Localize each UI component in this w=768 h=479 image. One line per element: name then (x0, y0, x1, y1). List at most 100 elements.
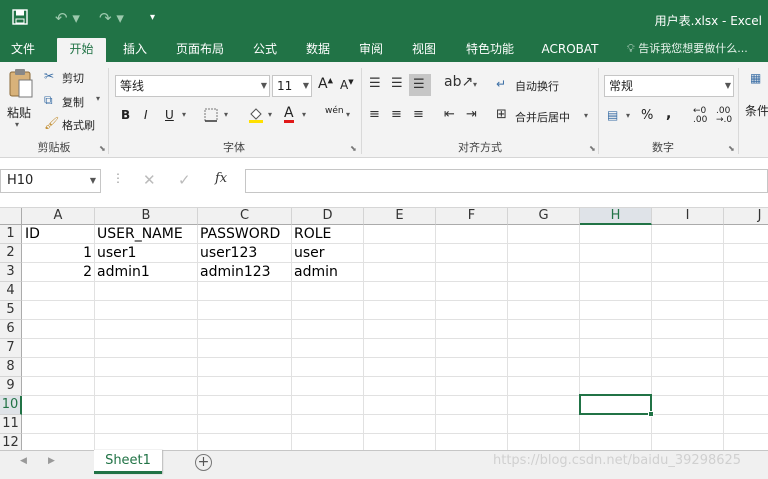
number-launcher-icon[interactable]: ⬊ (728, 144, 735, 153)
shrink-font-icon[interactable]: A▼ (340, 78, 354, 92)
paste-dropdown-icon[interactable]: ▾ (15, 120, 19, 129)
copy-button[interactable]: 复制 (62, 94, 84, 110)
column-header[interactable]: F (436, 208, 508, 225)
cell-A3[interactable]: 2 (24, 263, 92, 282)
wrap-text-button[interactable]: 自动换行 (515, 78, 559, 94)
row-header[interactable]: 7 (0, 339, 22, 358)
font-launcher-icon[interactable]: ⬊ (350, 144, 357, 153)
align-middle-icon[interactable]: ☰ (391, 76, 403, 92)
accounting-format-icon[interactable]: ▤ (607, 107, 618, 123)
insert-function-icon[interactable]: fx (215, 171, 227, 186)
add-sheet-icon[interactable]: + (195, 454, 212, 471)
increase-indent-icon[interactable]: ⇥ (466, 107, 477, 123)
grow-font-icon[interactable]: A▲ (318, 76, 333, 92)
conditional-format-button[interactable]: 条件 (745, 102, 768, 119)
customize-qat-icon[interactable]: ▾ (150, 9, 155, 27)
phonetic-dropdown-icon[interactable]: ▾ (346, 110, 350, 119)
cell-B1[interactable]: USER_NAME (97, 225, 196, 244)
merge-dropdown-icon[interactable]: ▾ (584, 111, 588, 120)
cell-D3[interactable]: admin (294, 263, 362, 282)
cut-button[interactable]: 剪切 (62, 70, 84, 86)
row-header[interactable]: 2 (0, 244, 22, 263)
row-header[interactable]: 9 (0, 377, 22, 396)
cut-icon[interactable]: ✂ (44, 68, 54, 84)
tab-acrobat[interactable]: ACROBAT (536, 38, 604, 62)
column-header[interactable]: C (198, 208, 292, 225)
column-header[interactable]: A (22, 208, 95, 225)
cell-D2[interactable]: user (294, 244, 362, 263)
column-header[interactable]: G (508, 208, 580, 225)
enter-icon[interactable]: ✓ (178, 171, 191, 189)
column-header[interactable]: E (364, 208, 436, 225)
column-header[interactable]: B (95, 208, 198, 225)
sheet-tab-sheet1[interactable]: Sheet1 (94, 450, 162, 474)
worksheet-grid[interactable]: A B C D E F G H I J 1 2 3 4 5 6 7 8 9 10… (0, 208, 768, 450)
decrease-indent-icon[interactable]: ⇤ (444, 107, 455, 123)
phonetic-icon[interactable]: wén (325, 106, 344, 116)
copy-icon[interactable]: ⧉ (44, 92, 53, 108)
wrap-text-icon[interactable]: ↵ (496, 76, 506, 92)
row-header[interactable]: 3 (0, 263, 22, 282)
align-bottom-icon[interactable]: ☰ (413, 77, 425, 93)
number-format-combo[interactable]: 常规 ▼ (604, 75, 734, 97)
conditional-format-icon[interactable]: ▦ (750, 70, 761, 86)
cell-B3[interactable]: admin1 (97, 263, 196, 282)
font-color-dropdown-icon[interactable]: ▾ (302, 110, 306, 119)
orientation-dropdown-icon[interactable]: ▾ (473, 80, 477, 89)
row-header[interactable]: 10 (0, 396, 22, 415)
copy-dropdown-icon[interactable]: ▾ (96, 94, 100, 103)
row-header[interactable]: 1 (0, 225, 22, 244)
tab-data[interactable]: 数据 (296, 38, 340, 62)
column-header[interactable]: D (292, 208, 364, 225)
format-painter-button[interactable]: 格式刷 (62, 117, 95, 133)
percent-button[interactable]: % (641, 108, 653, 123)
comma-button[interactable]: , (666, 106, 671, 122)
tab-review[interactable]: 审阅 (350, 38, 392, 62)
column-header[interactable]: J (724, 208, 768, 225)
tell-me-search[interactable]: 💡︎ 告诉我您想要做什么... (627, 38, 748, 62)
undo-icon[interactable]: ↶ ▾ (55, 9, 80, 27)
underline-dropdown-icon[interactable]: ▾ (182, 110, 186, 119)
cell-B2[interactable]: user1 (97, 244, 196, 263)
save-icon[interactable] (12, 9, 28, 29)
font-size-combo[interactable]: 11 ▼ (272, 75, 312, 97)
clipboard-launcher-icon[interactable]: ⬊ (99, 144, 106, 153)
cell-C1[interactable]: PASSWORD (200, 225, 290, 244)
select-all-corner[interactable] (0, 208, 22, 225)
fill-handle[interactable] (648, 411, 654, 417)
decrease-decimal-icon[interactable]: .00 →.0 (716, 107, 732, 125)
cell-C2[interactable]: user123 (200, 244, 290, 263)
row-header[interactable]: 12 (0, 434, 22, 450)
borders-dropdown-icon[interactable]: ▾ (224, 110, 228, 119)
tab-insert[interactable]: 插入 (113, 38, 157, 62)
tab-view[interactable]: 视图 (402, 38, 446, 62)
scroll-left-icon[interactable]: ◀ (20, 456, 27, 466)
redo-icon[interactable]: ↷ ▾ (99, 9, 124, 27)
scroll-right-icon[interactable]: ▶ (48, 456, 55, 466)
fill-color-icon[interactable] (248, 106, 264, 128)
row-header[interactable]: 5 (0, 301, 22, 320)
cancel-icon[interactable]: ✕ (143, 171, 156, 189)
font-name-combo[interactable]: 等线 ▼ (115, 75, 270, 97)
row-header[interactable]: 6 (0, 320, 22, 339)
paste-button[interactable]: 粘贴 (7, 104, 31, 121)
tab-file[interactable]: 文件 (0, 38, 46, 62)
cell-C3[interactable]: admin123 (200, 263, 290, 282)
fill-color-dropdown-icon[interactable]: ▾ (268, 110, 272, 119)
bold-button[interactable]: B (121, 108, 130, 122)
format-painter-icon[interactable]: 🖌︎ (44, 115, 59, 131)
borders-icon[interactable] (204, 108, 218, 126)
increase-decimal-icon[interactable]: ←0.00 (693, 107, 707, 125)
paste-icon[interactable] (8, 68, 34, 104)
font-color-icon[interactable]: A (284, 106, 294, 123)
tab-page-layout[interactable]: 页面布局 (168, 38, 232, 62)
tab-formulas[interactable]: 公式 (245, 38, 285, 62)
name-box[interactable]: H10 ▼ (0, 169, 101, 193)
align-left-icon[interactable]: ≡ (369, 107, 380, 123)
merge-center-icon[interactable]: ⊞ (496, 107, 507, 123)
row-header[interactable]: 8 (0, 358, 22, 377)
cell-A2[interactable]: 1 (24, 244, 92, 263)
cell-A1[interactable]: ID (25, 225, 93, 244)
merge-center-button[interactable]: 合并后居中 (515, 109, 570, 125)
tab-home[interactable]: 开始 (57, 38, 106, 62)
